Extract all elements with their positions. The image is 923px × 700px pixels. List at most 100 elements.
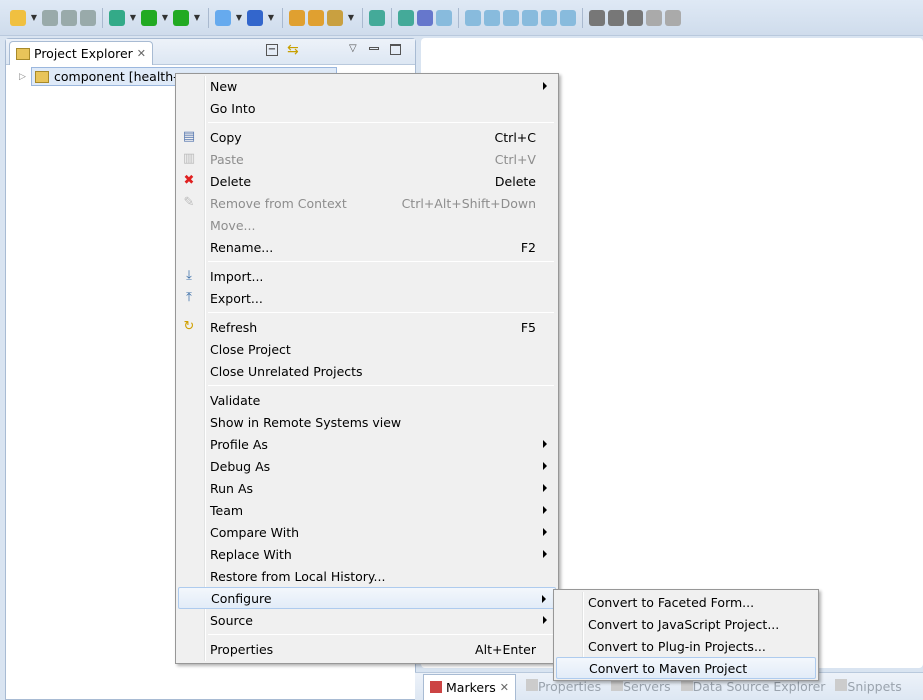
menu-item-remove-from-context[interactable]: ✎ Remove from Context Ctrl+Alt+Shift+Down	[178, 192, 556, 214]
annotation-next-icon[interactable]	[589, 9, 605, 26]
last-edit-icon[interactable]	[627, 9, 643, 26]
menu-item-source[interactable]: Source	[178, 609, 556, 631]
menu-item-show-in-remote-systems-view[interactable]: Show in Remote Systems view	[178, 411, 556, 433]
menu-separator	[208, 634, 554, 635]
open-type-icon[interactable]	[289, 9, 305, 26]
shortcut-label: Delete	[494, 173, 536, 189]
dropdown-arrow-icon[interactable]: ▼	[346, 13, 356, 22]
new-web-service-icon[interactable]	[247, 9, 263, 26]
menu-item-paste[interactable]: ▥ Paste Ctrl+V	[178, 148, 556, 170]
tab-properties[interactable]: Properties	[525, 679, 602, 694]
close-icon[interactable]: ✕	[500, 681, 509, 694]
menu-item-copy[interactable]: ▤ Copy Ctrl+C	[178, 126, 556, 148]
menu-item-profile-as[interactable]: Profile As	[178, 433, 556, 455]
menu-item-convert-to-faceted-form[interactable]: Convert to Faceted Form...	[556, 591, 816, 613]
dropdown-arrow-icon[interactable]: ▼	[128, 13, 138, 22]
menu-item-go-into[interactable]: Go Into	[178, 97, 556, 119]
step-return-icon[interactable]	[560, 9, 576, 26]
menu-item-convert-to-javascript-project[interactable]: Convert to JavaScript Project...	[556, 613, 816, 635]
forward-icon[interactable]	[665, 9, 681, 26]
step-over-icon[interactable]	[541, 9, 557, 26]
menu-item-configure[interactable]: Configure	[178, 587, 556, 609]
menu-item-label: Close Project	[210, 341, 291, 357]
menu-item-label: New	[210, 78, 238, 94]
terminate-icon[interactable]	[484, 9, 500, 26]
close-icon[interactable]: ✕	[137, 47, 146, 60]
minimize-icon[interactable]	[369, 47, 379, 50]
copy-icon: ▤	[182, 129, 196, 144]
menu-item-restore-from-local-history[interactable]: Restore from Local History...	[178, 565, 556, 587]
step-into-icon[interactable]	[522, 9, 538, 26]
menu-item-replace-with[interactable]: Replace With	[178, 543, 556, 565]
new-server-icon[interactable]	[215, 9, 231, 26]
pin-icon[interactable]	[417, 9, 433, 26]
toolbar-separator	[362, 7, 363, 28]
menu-item-move[interactable]: Move...	[178, 214, 556, 236]
tab-project-explorer[interactable]: Project Explorer ✕	[9, 41, 154, 65]
menu-item-export[interactable]: ⤒ Export...	[178, 287, 556, 309]
menu-item-refresh[interactable]: ↻ Refresh F5	[178, 316, 556, 338]
tab-label: Properties	[537, 679, 602, 694]
back-icon[interactable]	[646, 9, 662, 26]
debug-icon[interactable]	[109, 9, 125, 26]
view-tab-bar: Project Explorer ✕ − ⇆ ▽	[6, 39, 415, 65]
menu-item-convert-to-plug-in-projects[interactable]: Convert to Plug-in Projects...	[556, 635, 816, 657]
collapse-all-icon[interactable]: −	[266, 44, 278, 56]
menu-item-new[interactable]: New	[178, 75, 556, 97]
deploy-icon[interactable]	[398, 9, 414, 26]
expand-arrow-icon[interactable]: ▷	[19, 72, 26, 82]
new-wizard-icon[interactable]	[10, 9, 26, 26]
menu-item-properties[interactable]: Properties Alt+Enter	[178, 638, 556, 660]
menu-item-label: Properties	[210, 641, 274, 657]
link-with-editor-icon[interactable]: ⇆	[287, 42, 299, 58]
menu-item-close-project[interactable]: Close Project	[178, 338, 556, 360]
menu-item-label: Run As	[210, 480, 254, 496]
disconnect-icon[interactable]	[503, 9, 519, 26]
tab-servers[interactable]: Servers	[611, 679, 671, 694]
menu-item-label: Refresh	[210, 319, 258, 335]
menu-item-import[interactable]: ⤓ Import...	[178, 265, 556, 287]
refresh-icon: ↻	[183, 319, 195, 334]
configure-submenu: Convert to Faceted Form... Convert to Jav…	[553, 589, 819, 681]
dropdown-arrow-icon[interactable]: ▼	[29, 13, 39, 22]
dropdown-arrow-icon[interactable]: ▼	[192, 13, 202, 22]
menu-item-run-as[interactable]: Run As	[178, 477, 556, 499]
submenu-arrow-icon	[543, 462, 547, 470]
annotation-prev-icon[interactable]	[608, 9, 624, 26]
open-resource-icon[interactable]	[308, 9, 324, 26]
import-icon: ⤓	[186, 268, 192, 283]
menu-item-compare-with[interactable]: Compare With	[178, 521, 556, 543]
tab-data-source-explorer[interactable]: Data Source Explorer	[680, 679, 825, 694]
menu-item-label: Export...	[210, 290, 263, 306]
dropdown-arrow-icon[interactable]: ▼	[234, 13, 244, 22]
run-icon[interactable]	[141, 9, 157, 26]
suspend-icon[interactable]	[465, 9, 481, 26]
menu-item-label: Delete	[210, 173, 252, 189]
menu-item-label: Rename...	[210, 239, 274, 255]
menu-item-label: Convert to JavaScript Project...	[588, 616, 780, 632]
menu-item-rename[interactable]: Rename... F2	[178, 236, 556, 258]
shortcut-label: Ctrl+C	[494, 129, 536, 145]
print-icon[interactable]	[80, 9, 96, 26]
menu-item-label: Source	[210, 612, 253, 628]
tab-markers[interactable]: Markers ✕	[423, 673, 516, 700]
menu-item-close-unrelated-projects[interactable]: Close Unrelated Projects	[178, 360, 556, 382]
dropdown-arrow-icon[interactable]: ▼	[160, 13, 170, 22]
web-browser-icon[interactable]	[369, 9, 385, 26]
save-all-icon[interactable]	[61, 9, 77, 26]
resume-icon[interactable]	[436, 9, 452, 26]
menu-item-convert-to-maven-project[interactable]: Convert to Maven Project	[556, 657, 816, 679]
menu-item-delete[interactable]: ✖ Delete Delete	[178, 170, 556, 192]
menu-item-team[interactable]: Team	[178, 499, 556, 521]
menu-item-validate[interactable]: Validate	[178, 389, 556, 411]
view-menu-icon[interactable]: ▽	[349, 43, 357, 54]
search-icon[interactable]	[327, 9, 343, 26]
remove-context-icon: ✎	[183, 195, 195, 210]
run-external-icon[interactable]	[173, 9, 189, 26]
tab-snippets[interactable]: Snippets	[835, 679, 902, 694]
maximize-icon[interactable]	[390, 44, 401, 55]
save-icon[interactable]	[42, 9, 58, 26]
project-folder-icon	[35, 70, 49, 83]
dropdown-arrow-icon[interactable]: ▼	[266, 13, 276, 22]
menu-item-debug-as[interactable]: Debug As	[178, 455, 556, 477]
